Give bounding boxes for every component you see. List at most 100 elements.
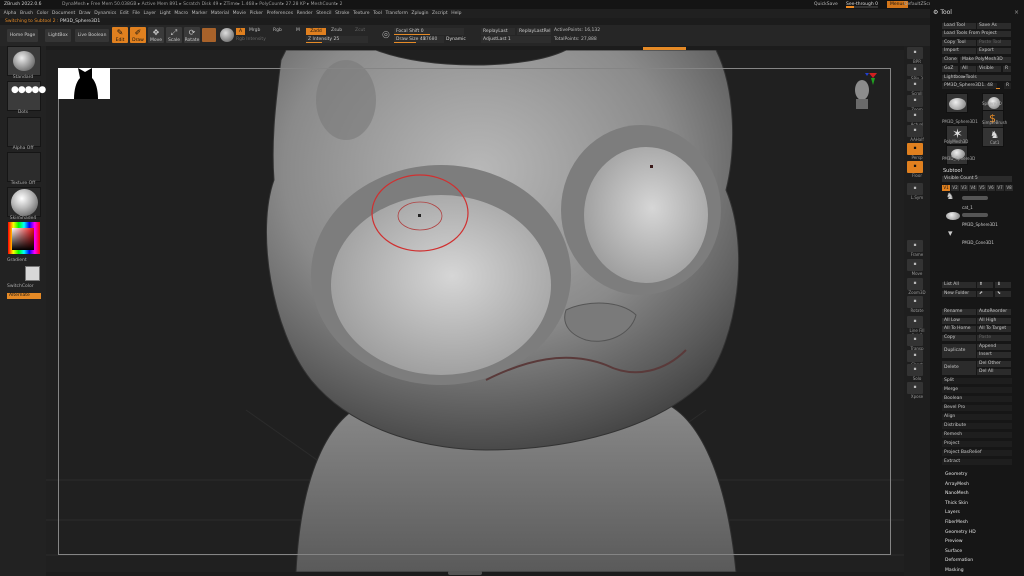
section-thick-skin[interactable]: Thick Skin [945,499,968,508]
menu-file[interactable]: File [132,11,140,16]
replay-last-rel-button[interactable]: ReplayLastRel [517,28,551,35]
tab-v2[interactable]: V2 [951,185,959,191]
all-to-home-button[interactable]: All To Home [942,326,976,332]
shelf-frame-button[interactable]: ▪ [907,240,923,252]
export-button[interactable]: Export [977,48,1011,54]
menu-macro[interactable]: Macro [174,11,188,16]
load-tools-from-project-button[interactable]: Load Tools From Project [942,31,1011,37]
scale-button[interactable]: ⤢ Scale [166,27,182,43]
shelf-l-sym-button[interactable]: ▪ [907,183,923,195]
shelf-floor-button[interactable]: ▪ [907,161,923,173]
subtool-name[interactable]: cat_1 [962,205,973,210]
draw-button[interactable]: ✐ Draw [130,27,146,43]
menu-edit[interactable]: Edit [120,11,129,16]
tab-v3[interactable]: V3 [960,185,968,191]
all-to-target-button[interactable]: All To Target [977,326,1011,332]
rgb-intensity-slider[interactable]: Rgb Intensity [236,37,266,43]
rotate-button[interactable]: ⟳ Rotate [184,27,200,43]
menu-document[interactable]: Document [52,11,75,16]
menu-preferences[interactable]: Preferences [267,11,293,16]
subtool-eye-toggle[interactable] [962,196,988,200]
paste-tool-button[interactable]: Paste Tool [977,40,1011,46]
dynamic-toggle[interactable]: Dynamic [446,37,466,43]
tool-thumb-pm3d-sphere[interactable] [946,93,968,113]
alternate-button[interactable]: Alternate [7,293,41,299]
shelf-persp-button[interactable]: ▪ [907,143,923,155]
home-page-button[interactable]: Home Page [7,29,38,42]
duplicate-button[interactable]: Duplicate [942,344,976,358]
shelf-line-fill-polyf-button[interactable]: ▪ [907,316,923,328]
shelf-zoom-button[interactable]: ▪ [907,95,923,107]
zadd-toggle[interactable]: Zadd [306,28,326,35]
make-polymesh-button[interactable]: Make PolyMesh3D [960,57,1011,63]
load-tool-button[interactable]: Load Tool [942,23,976,29]
alpha-thumbnail[interactable] [7,117,41,147]
menu-draw[interactable]: Draw [79,11,91,16]
shelf-spix-3-button[interactable]: ▪ [907,64,923,76]
menu-alpha[interactable]: Alpha [4,11,17,16]
split-button[interactable]: Split [942,378,1012,384]
menu-tool[interactable]: Tool [373,11,382,16]
save-as-button[interactable]: Save As [977,23,1011,29]
zsub-toggle[interactable]: Zsub [331,28,342,34]
tab-v7[interactable]: V7 [996,185,1004,191]
import-button[interactable]: Import [942,48,976,54]
merge-button[interactable]: Merge [942,387,1012,393]
tab-v1[interactable]: V1 [942,185,950,191]
color-saturation-square[interactable] [12,228,34,250]
paste-button[interactable]: Paste [977,335,1011,341]
distribute-button[interactable]: Distribute [942,423,1012,429]
delete-button[interactable]: Delete [942,361,976,375]
sphere-material-icon[interactable] [220,28,234,42]
move-up-button[interactable]: ⬆ [977,282,993,288]
project-basrelief-button[interactable]: Project BasRelief [942,450,1012,456]
insert-button[interactable]: Insert [977,352,1011,358]
a-toggle[interactable]: A [236,28,245,35]
all-high-button[interactable]: All High [977,318,1011,324]
material-swatch-button[interactable] [202,28,216,42]
section-arraymesh[interactable]: ArrayMesh [945,480,969,489]
menu-picker[interactable]: Picker [250,11,263,16]
rename-button[interactable]: Rename [942,309,976,315]
brush-thumbnail[interactable] [7,46,41,76]
align-button[interactable]: Align [942,414,1012,420]
tab-v8[interactable]: V8 [1005,185,1013,191]
section-geometry[interactable]: Geometry [945,470,967,479]
goz-visible-button[interactable]: Visible [977,66,1001,72]
new-folder-button[interactable]: New Folder [942,291,976,297]
live-boolean-button[interactable]: Live Boolean [75,29,109,42]
menu-brush[interactable]: Brush [20,11,33,16]
move-button[interactable]: ✥ Move [148,27,164,43]
section-preview[interactable]: Preview [945,537,963,546]
clone-button[interactable]: Clone [942,57,958,63]
section-masking[interactable]: Masking [945,566,964,575]
shelf-zoom3d-button[interactable]: ▪ [907,278,923,290]
shelf-move-button[interactable]: ▪ [907,259,923,271]
shelf-ghost-button[interactable]: ▪ [907,350,923,362]
shelf-xpose-button[interactable]: ▪ [907,382,923,394]
tool-r-button[interactable]: R [1004,83,1011,89]
copy-button[interactable]: Copy [942,335,976,341]
del-other-button[interactable]: Del Other [977,361,1011,367]
menu-light[interactable]: Light [160,11,171,16]
rgb-toggle[interactable]: Rgb [273,28,282,34]
shelf-actual-button[interactable]: ▪ [907,110,923,122]
del-all-button[interactable]: Del All [977,369,1011,375]
menu-material[interactable]: Material [211,11,229,16]
list-all-button[interactable]: List All [942,282,976,288]
section-fibermesh[interactable]: FiberMesh [945,518,968,527]
shelf-aahalf-button[interactable]: ▪ [907,125,923,137]
m-toggle[interactable]: M [296,28,300,34]
main-color-swatch[interactable] [25,266,40,281]
remesh-button[interactable]: Remesh [942,432,1012,438]
shelf-bpr-button[interactable]: ▪ [907,47,923,59]
replay-last-button[interactable]: ReplayLast [481,28,515,35]
menu-movie[interactable]: Movie [233,11,246,16]
section-geometry-hd[interactable]: Geometry HD [945,528,976,537]
goz-all-button[interactable]: All [960,66,976,72]
texture-thumbnail[interactable] [7,152,41,182]
tab-v4[interactable]: V4 [969,185,977,191]
subtool-name[interactable]: PM3D_Cone3D1 [962,240,994,245]
menu-layer[interactable]: Layer [143,11,156,16]
move-folder-up-button[interactable]: ⬈ [977,291,993,297]
